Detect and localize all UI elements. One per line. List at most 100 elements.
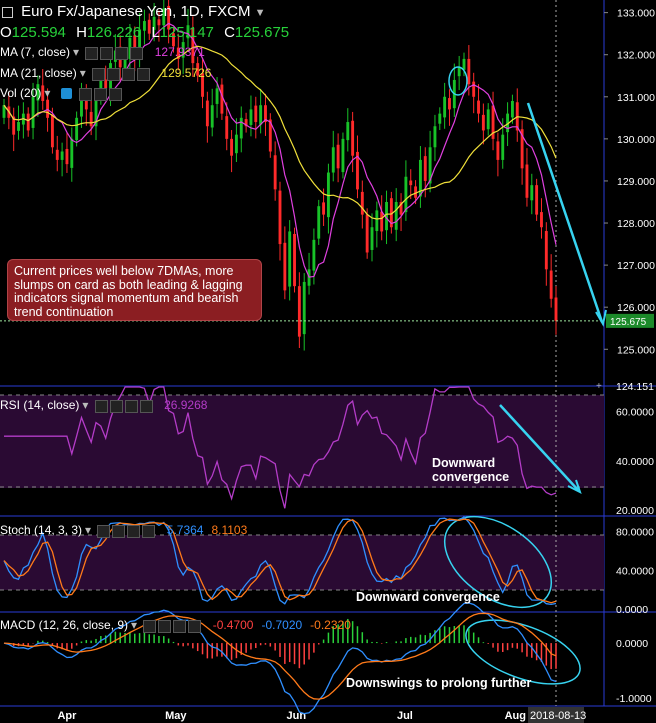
macd-signal-value: -0.2320 <box>310 618 351 632</box>
stoch-d-value: 8.1103 <box>211 523 248 537</box>
legend-vol[interactable]: Vol (20) ▾ <box>0 86 130 101</box>
add-icon[interactable] <box>115 46 129 60</box>
close-icon[interactable] <box>130 46 144 60</box>
legend-ma7[interactable]: MA (7, close) ▾ 127.9371 <box>0 45 205 60</box>
visibility-icon[interactable] <box>97 524 111 538</box>
time-tick-label: Jul <box>397 710 413 722</box>
candle-body <box>535 185 539 215</box>
chevron-down-icon[interactable]: ▾ <box>73 45 79 59</box>
candle-body <box>380 211 384 232</box>
candle-body <box>331 147 335 173</box>
close-icon[interactable] <box>142 524 156 538</box>
candle-body <box>317 206 321 239</box>
candle-body <box>278 190 282 245</box>
rsi-label: RSI (14, close) <box>0 398 80 412</box>
candle-body <box>26 113 30 131</box>
high-key: H <box>76 24 87 41</box>
candle-body <box>472 81 476 97</box>
chevron-down-icon[interactable]: ▼ <box>255 7 266 19</box>
close-icon[interactable] <box>139 399 153 413</box>
rsi-annotation: Downward convergence <box>432 456 510 484</box>
close-marker: 125.675 <box>610 317 647 328</box>
candle-body <box>530 185 534 201</box>
chevron-down-icon[interactable]: ▾ <box>131 618 137 632</box>
legend-buttons[interactable] <box>92 67 152 81</box>
chevron-down-icon[interactable]: ▾ <box>85 523 91 537</box>
candle-body <box>55 149 59 160</box>
chevron-down-icon[interactable]: ▾ <box>82 398 88 412</box>
legend-macd[interactable]: MACD (12, 26, close, 9) ▾ -0.4700 -0.7020-… <box>0 618 351 633</box>
candle-body <box>438 113 442 124</box>
time-tick-label: May <box>165 710 187 722</box>
legend-stoch[interactable]: Stoch (14, 3, 3) ▾ 5.7364 8.1103 <box>0 523 247 538</box>
add-icon[interactable] <box>122 67 136 81</box>
settings-icon[interactable] <box>107 67 121 81</box>
ma7-value: 127.9371 <box>154 45 205 59</box>
legend-buttons[interactable] <box>94 399 155 413</box>
settings-icon[interactable] <box>112 524 126 538</box>
visibility-icon[interactable] <box>94 399 108 413</box>
stoch-tick-label: 80.0000 <box>616 527 654 539</box>
legend-rsi[interactable]: RSI (14, close) ▾ 26.9268 <box>0 398 207 413</box>
eye-icon[interactable] <box>60 88 72 100</box>
rsi-tick-label: 20.0000 <box>616 505 654 517</box>
candle-body <box>481 114 485 131</box>
open-value: 125.594 <box>11 24 66 41</box>
close-icon[interactable] <box>109 87 123 101</box>
legend-buttons[interactable] <box>85 46 145 60</box>
price-tick-label: 128.000 <box>617 218 655 230</box>
visibility-icon[interactable] <box>143 619 157 633</box>
candle-body <box>467 58 471 85</box>
legend-buttons[interactable] <box>143 619 203 633</box>
legend-ma21[interactable]: MA (21, close) ▾ 129.5726 <box>0 66 211 81</box>
candle-body <box>423 156 427 181</box>
add-icon[interactable] <box>124 399 138 413</box>
visibility-icon[interactable] <box>92 67 106 81</box>
add-icon[interactable] <box>173 619 187 633</box>
settings-icon[interactable] <box>79 87 93 101</box>
macd-annotation: Downswings to prolong further <box>346 676 532 690</box>
low-value: 125.147 <box>159 24 214 41</box>
candle-body <box>462 58 466 70</box>
price-tick-label: 130.000 <box>617 134 655 146</box>
settings-icon[interactable] <box>100 46 114 60</box>
visibility-icon[interactable] <box>85 46 99 60</box>
candle-body <box>370 227 374 250</box>
candle-body <box>336 144 340 169</box>
candle-body <box>448 98 451 110</box>
settings-icon[interactable] <box>109 399 123 413</box>
legend-buttons[interactable] <box>79 87 124 101</box>
candle-body <box>312 239 316 271</box>
vol-label: Vol (20) <box>0 86 42 100</box>
candle-body <box>540 212 543 228</box>
candle-body <box>302 281 306 335</box>
date-marker-label: 2018-08-13 <box>530 710 586 722</box>
price-tick-label: 125.000 <box>617 344 655 356</box>
candle-body <box>409 180 413 186</box>
chevron-down-icon[interactable]: ▾ <box>80 66 86 80</box>
collapse-icon[interactable] <box>2 6 13 18</box>
candle-body <box>60 151 64 160</box>
candle-body <box>239 117 243 139</box>
chevron-down-icon[interactable]: ▾ <box>44 86 50 100</box>
candle-body <box>225 116 229 139</box>
candle-body <box>510 100 514 118</box>
analysis-note: Current prices well below 7DMAs, more sl… <box>7 259 262 321</box>
add-icon[interactable] <box>94 87 108 101</box>
ma7-label: MA (7, close) <box>0 45 71 59</box>
candle-body <box>404 176 408 213</box>
add-icon[interactable] <box>127 524 141 538</box>
settings-icon[interactable] <box>158 619 172 633</box>
ma21-value: 129.5726 <box>161 66 212 80</box>
stoch-band <box>0 535 604 590</box>
candle-body <box>360 191 364 215</box>
rsi-tick-label: 60.0000 <box>616 407 654 419</box>
macd-tick-label: -1.0000 <box>616 693 652 705</box>
close-icon[interactable] <box>188 619 202 633</box>
price-tick-label: 129.000 <box>617 176 655 188</box>
legend-buttons[interactable] <box>97 524 157 538</box>
candle-body <box>365 214 369 253</box>
symbol-title[interactable]: Euro Fx/Japanese Yen, 1D, FXCM <box>21 3 250 20</box>
close-icon[interactable] <box>137 67 151 81</box>
candle-body <box>249 109 253 125</box>
